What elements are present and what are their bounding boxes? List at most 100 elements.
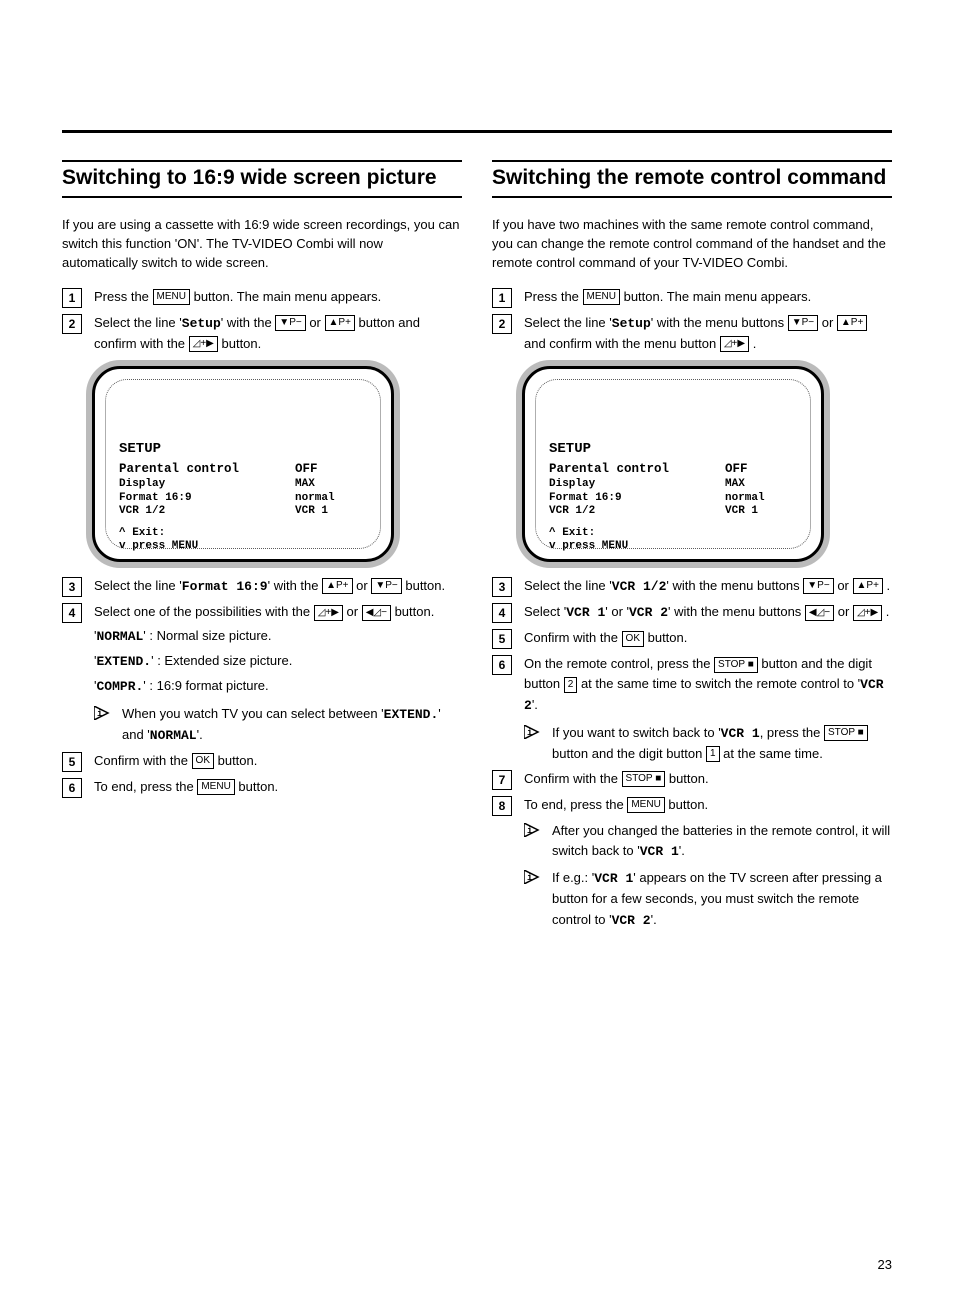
osd-content: SETUP Parental controlOFF DisplayMAX For… bbox=[119, 441, 367, 553]
step-body: Press the MENU button. The main menu app… bbox=[94, 287, 462, 307]
osd-screenshot: SETUP Parental controlOFF DisplayMAX For… bbox=[92, 366, 462, 562]
osd-footer: v press MENU bbox=[119, 540, 367, 553]
step-number: 1 bbox=[492, 288, 512, 308]
p-plus-button: ▲P+ bbox=[325, 315, 355, 331]
text: button. bbox=[235, 779, 278, 794]
left-column: Switching to 16:9 wide screen picture If… bbox=[62, 160, 462, 1242]
text: or bbox=[343, 604, 362, 619]
osd-footer: ^ Exit: bbox=[549, 527, 797, 540]
step-number: 2 bbox=[492, 314, 512, 334]
text: : 16:9 format picture. bbox=[146, 678, 269, 693]
menu-button-label: MENU bbox=[197, 779, 234, 795]
menu-button-label: MENU bbox=[583, 289, 620, 305]
digit-1-button: 1 bbox=[706, 746, 720, 762]
step-5: 5 Confirm with the OK button. bbox=[492, 628, 892, 649]
note: i If e.g.: 'VCR 1' appears on the TV scr… bbox=[524, 868, 892, 930]
step-3: 3 Select the line 'Format 16:9' with the… bbox=[62, 576, 462, 597]
right-plus-button: ◿+▶ bbox=[189, 336, 218, 352]
step-body: Select the line 'VCR 1/2' with the menu … bbox=[524, 576, 892, 597]
p-minus-button: ▼P− bbox=[803, 578, 833, 594]
p-minus-button: ▼P− bbox=[371, 578, 401, 594]
text: ' with the bbox=[268, 578, 323, 593]
step-list: 3 Select the line 'VCR 1/2' with the men… bbox=[492, 576, 892, 931]
osd-value: normal bbox=[725, 492, 797, 506]
osd-value: OFF bbox=[725, 462, 797, 478]
p-plus-button: ▲P+ bbox=[853, 578, 883, 594]
step-number: 3 bbox=[492, 577, 512, 597]
text: or bbox=[306, 315, 325, 330]
content-columns: Switching to 16:9 wide screen picture If… bbox=[62, 160, 892, 1242]
step-5: 5 Confirm with the OK button. bbox=[62, 751, 462, 772]
note: i If you want to switch back to 'VCR 1, … bbox=[524, 723, 892, 764]
text: Select one of the possibilities with the bbox=[94, 604, 314, 619]
osd-value: VCR 1 bbox=[725, 505, 797, 519]
code-text: Format 16:9 bbox=[182, 579, 268, 594]
text: ' with the bbox=[221, 315, 276, 330]
svg-text:i: i bbox=[527, 873, 533, 883]
step-8: 8 To end, press the MENU button. i After… bbox=[492, 795, 892, 931]
top-rule bbox=[62, 130, 892, 133]
step-body: Select the line 'Setup' with the menu bu… bbox=[524, 313, 892, 354]
step-1: 1 Press the MENU button. The main menu a… bbox=[62, 287, 462, 308]
right-plus-button: ◿+▶ bbox=[314, 605, 343, 621]
osd-value: MAX bbox=[295, 478, 367, 492]
text: button. bbox=[218, 336, 261, 351]
step-number: 4 bbox=[492, 603, 512, 623]
info-arrow-icon: i bbox=[524, 823, 544, 837]
svg-text:i: i bbox=[527, 728, 533, 738]
left-minus-button: ◀◿− bbox=[362, 605, 391, 621]
code-text: EXTEND. bbox=[96, 654, 151, 669]
step-2: 2 Select the line 'Setup' with the ▼P− o… bbox=[62, 313, 462, 354]
note-text: If e.g.: 'VCR 1' appears on the TV scree… bbox=[552, 868, 892, 930]
section-intro: If you have two machines with the same r… bbox=[492, 216, 892, 273]
right-plus-button: ◿+▶ bbox=[720, 336, 749, 352]
info-arrow-icon: i bbox=[524, 870, 544, 884]
step-number: 5 bbox=[62, 752, 82, 772]
menu-button-label: MENU bbox=[627, 797, 664, 813]
osd-label: Format 16:9 bbox=[549, 492, 725, 506]
code-text: COMPR. bbox=[96, 679, 143, 694]
step-number: 7 bbox=[492, 770, 512, 790]
p-plus-button: ▲P+ bbox=[322, 578, 352, 594]
p-minus-button: ▼P− bbox=[275, 315, 305, 331]
section-title: Switching the remote control command bbox=[492, 160, 892, 198]
svg-text:i: i bbox=[97, 709, 103, 719]
note-text: After you changed the batteries in the r… bbox=[552, 821, 892, 862]
stop-button-label: STOP ■ bbox=[824, 725, 868, 741]
step-1: 1 Press the MENU button. The main menu a… bbox=[492, 287, 892, 308]
ok-button-label: OK bbox=[192, 753, 214, 769]
ok-button-label: OK bbox=[622, 631, 644, 647]
osd-title: SETUP bbox=[119, 441, 367, 459]
step-body: Select the line 'Setup' with the ▼P− or … bbox=[94, 313, 462, 354]
left-minus-button: ◀◿− bbox=[805, 605, 834, 621]
step-3: 3 Select the line 'VCR 1/2' with the men… bbox=[492, 576, 892, 597]
osd-footer: ^ Exit: bbox=[119, 527, 367, 540]
step-4: 4 Select 'VCR 1' or 'VCR 2' with the men… bbox=[492, 602, 892, 623]
p-plus-button: ▲P+ bbox=[837, 315, 867, 331]
crt-outline: SETUP Parental controlOFF DisplayMAX For… bbox=[92, 366, 394, 562]
osd-value: VCR 1 bbox=[295, 505, 367, 519]
text: or bbox=[353, 578, 372, 593]
step-7: 7 Confirm with the STOP ■ button. bbox=[492, 769, 892, 790]
step-number: 8 bbox=[492, 796, 512, 816]
step-number: 4 bbox=[62, 603, 82, 623]
menu-button-label: MENU bbox=[153, 289, 190, 305]
osd-label: VCR 1/2 bbox=[119, 505, 295, 519]
osd-value: normal bbox=[295, 492, 367, 506]
osd-value: MAX bbox=[725, 478, 797, 492]
osd-label: Parental control bbox=[549, 462, 725, 478]
page-number: 23 bbox=[878, 1257, 892, 1272]
right-column: Switching the remote control command If … bbox=[492, 160, 892, 1242]
section-intro: If you are using a cassette with 16:9 wi… bbox=[62, 216, 462, 273]
step-6: 6 To end, press the MENU button. bbox=[62, 777, 462, 798]
osd-label: Parental control bbox=[119, 462, 295, 478]
text: button. bbox=[391, 604, 434, 619]
text: button. The main menu appears. bbox=[190, 289, 381, 304]
note-text: If you want to switch back to 'VCR 1, pr… bbox=[552, 723, 892, 764]
text: Press the bbox=[94, 289, 153, 304]
text: button. bbox=[402, 578, 445, 593]
step-list: 3 Select the line 'Format 16:9' with the… bbox=[62, 576, 462, 798]
step-body: Confirm with the OK button. bbox=[524, 628, 892, 648]
step-number: 2 bbox=[62, 314, 82, 334]
code-text: Setup bbox=[182, 316, 221, 331]
